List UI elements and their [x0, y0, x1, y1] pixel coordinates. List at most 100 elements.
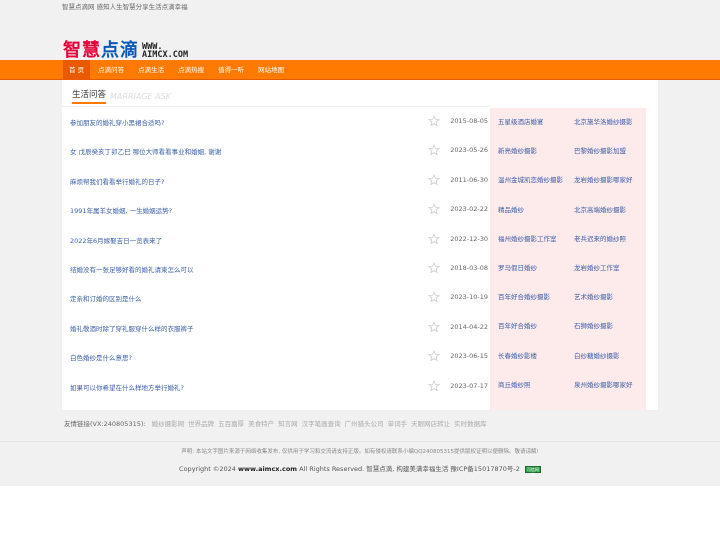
nav-life[interactable]: 点滴生活 [132, 60, 170, 80]
friend-links: 友情链接(VX:240805315): 婚纱摄影网 世界品牌 五百嘉厚 美食特产… [64, 418, 487, 428]
site-domain-link[interactable]: www.aimcx.com [238, 465, 297, 473]
sidebar-link[interactable]: 泉州婚纱摄影哪家好 [566, 371, 646, 400]
question-date: 2023-02-22 [450, 205, 488, 214]
sidebar: 五星级酒店婚宴 北京施华洛婚纱摄影 新亮婚纱摄影 巴黎婚纱摄影加盟 温州金城凯恋… [490, 108, 646, 410]
star-icon[interactable] [428, 350, 440, 362]
section-title: 生活问答 [72, 88, 107, 104]
star-icon[interactable] [428, 232, 440, 245]
sidebar-link[interactable]: 长春婚纱影楼 [490, 342, 566, 371]
nav-sitemap[interactable]: 网站地图 [252, 60, 290, 80]
logo-text-blue: 点滴 [101, 40, 139, 61]
friend-links-label: 友情链接(VX:240805315): [64, 420, 146, 428]
friend-link[interactable]: 美食特产 [248, 418, 274, 428]
footer-divider [0, 441, 720, 442]
question-date: 2023-07-17 [450, 381, 488, 390]
question-date: 2018-03-08 [450, 263, 488, 272]
section-header: 生活问答 MARRIAGE ASK [72, 86, 171, 104]
sidebar-link[interactable]: 五星级酒店婚宴 [490, 108, 566, 137]
sidebar-link[interactable]: 百年好合婚纱摄影 [490, 283, 566, 312]
question-date: 2023-06-15 [450, 352, 488, 361]
list-item: 麻烦帮我们看看举行婚礼的日子? 2011-06-30 [70, 173, 488, 202]
sidebar-link[interactable]: 罗马假日婚纱 [490, 254, 566, 283]
question-date: 2022-12-30 [450, 234, 488, 243]
header: 智慧点滴 WWW. AIMCX.COM [0, 14, 720, 61]
star-icon[interactable] [428, 379, 440, 392]
copyright-prefix: Copyright ©2024 [179, 465, 236, 473]
sidebar-link[interactable]: 北京施华洛婚纱摄影 [566, 108, 646, 137]
star-icon[interactable] [428, 320, 440, 333]
trust-badge-icon[interactable]: 可信网站 [524, 465, 541, 477]
sidebar-link[interactable]: 精品婚纱 [490, 196, 566, 225]
question-link[interactable]: 婚礼敬酒时除了穿礼服穿什么样的衣服裤子 [70, 323, 194, 333]
question-link[interactable]: 参加朋友的婚礼穿小黑裙合适吗? [70, 117, 164, 127]
footer-copyright: Copyright ©2024 www.aimcx.com All Rights… [0, 463, 720, 477]
sidebar-link[interactable]: 巴黎婚纱摄影加盟 [566, 137, 646, 166]
question-link[interactable]: 结婚没有一张足够好看的婚礼请柬怎么可以 [70, 264, 194, 274]
list-item: 结婚没有一张足够好看的婚礼请柬怎么可以 2018-03-08 [70, 261, 488, 290]
question-link[interactable]: 1991年属羊女婚姻, 一生婚姻运势? [70, 205, 172, 215]
list-item: 女 戊辰癸亥丁卯乙巳 哪位大师看看事业和婚姻, 谢谢 2023-05-26 [70, 143, 488, 172]
star-icon[interactable] [428, 173, 440, 186]
site-logo[interactable]: 智慧点滴 WWW. AIMCX.COM [63, 41, 188, 61]
list-item: 参加朋友的婚礼穿小黑裙合适吗? 2015-08-05 [70, 114, 488, 143]
friend-link[interactable]: 五百嘉厚 [218, 418, 244, 428]
list-item: 如果可以你希望在什么样地方举行婚礼? 2023-07-17 [70, 379, 488, 408]
question-link[interactable]: 麻烦帮我们看看举行婚礼的日子? [70, 176, 164, 186]
nav-home[interactable]: 首 页 [63, 60, 91, 80]
question-date: 2015-08-05 [450, 117, 488, 125]
friend-link[interactable]: 单词手 [388, 418, 408, 428]
nav-qa[interactable]: 点滴问答 [92, 60, 130, 80]
nav-listen[interactable]: 值得一听 [212, 60, 250, 80]
star-icon[interactable] [428, 261, 440, 274]
question-date: 2011-06-30 [450, 175, 488, 184]
friend-link[interactable]: 婚纱摄影网 [152, 418, 185, 428]
sidebar-link[interactable]: 老兵迟来的婚纱照 [566, 225, 646, 254]
sidebar-link[interactable]: 艺术婚纱摄影 [566, 283, 646, 312]
friend-link[interactable]: 世界品牌 [188, 418, 214, 428]
list-item: 1991年属羊女婚姻, 一生婚姻运势? 2023-02-22 [70, 202, 488, 231]
question-link[interactable]: 女 戊辰癸亥丁卯乙巳 哪位大师看看事业和婚姻, 谢谢 [70, 146, 221, 156]
star-icon[interactable] [428, 115, 440, 127]
footer: 声明: 本站文字图片来源于网络收集发布, 仅供用于学习和交流请支持正版。如有侵权… [0, 445, 720, 485]
main-content: 生活问答 MARRIAGE ASK 参加朋友的婚礼穿小黑裙合适吗? 2015-0… [62, 80, 658, 410]
sidebar-link[interactable]: 商丘婚纱照 [490, 371, 566, 400]
sidebar-link[interactable]: 龙岩婚纱工作室 [566, 254, 646, 283]
sidebar-link[interactable]: 白纱糖婚纱摄影 [566, 342, 646, 371]
friend-link[interactable]: 实时数据库 [454, 418, 487, 428]
sidebar-link[interactable]: 百年好合婚纱 [490, 312, 566, 341]
sidebar-link[interactable]: 新亮婚纱摄影 [490, 137, 566, 166]
logo-domain-line2: AIMCX.COM [142, 50, 189, 60]
question-link[interactable]: 2022年6月嫁娶吉日一览表来了 [70, 235, 162, 245]
sidebar-link[interactable]: 石狮婚纱摄影 [566, 312, 646, 341]
friend-link[interactable]: 知言网 [278, 418, 298, 428]
star-icon[interactable] [428, 203, 440, 215]
question-date: 2014-04-22 [450, 322, 488, 331]
question-link[interactable]: 白色婚纱是什么意思? [70, 352, 132, 362]
question-link[interactable]: 如果可以你希望在什么样地方举行婚礼? [70, 382, 184, 392]
question-date: 2023-05-26 [450, 146, 488, 155]
sidebar-link[interactable]: 龙岩婚纱摄影哪家好 [566, 166, 646, 195]
question-link[interactable]: 定亲和订婚的区别是什么 [70, 293, 142, 303]
question-list: 参加朋友的婚礼穿小黑裙合适吗? 2015-08-05 女 戊辰癸亥丁卯乙巳 哪位… [70, 114, 488, 408]
star-icon[interactable] [428, 291, 440, 303]
sidebar-link[interactable]: 北京高端婚纱摄影 [566, 196, 646, 225]
site-slogan: 智慧点滴网 感知人生智慧分享生活点滴幸福 [62, 3, 188, 11]
friend-link[interactable]: 广州猎头公司 [345, 418, 384, 428]
sidebar-link[interactable]: 温州金城凯恋婚纱摄影 [490, 166, 566, 195]
logo-domain: WWW. AIMCX.COM [142, 43, 189, 60]
footer-disclaimer: 声明: 本站文字图片来源于网络收集发布, 仅供用于学习和交流请支持正版。如有侵权… [181, 449, 539, 455]
section-subtitle: MARRIAGE ASK [110, 92, 171, 101]
list-item: 婚礼敬酒时除了穿礼服穿什么样的衣服裤子 2014-04-22 [70, 320, 488, 349]
star-icon[interactable] [428, 144, 440, 156]
logo-chinese: 智慧点滴 [63, 41, 139, 61]
top-bar: 智慧点滴网 感知人生智慧分享生活点滴幸福 [0, 0, 720, 14]
logo-text-red: 智慧 [63, 40, 101, 61]
copyright-suffix: All Rights Reserved. 智慧点滴, 构建美满幸福生活 豫ICP… [299, 465, 520, 473]
friend-link[interactable]: 汉字笔画查询 [302, 418, 341, 428]
list-item: 2022年6月嫁娶吉日一览表来了 2022-12-30 [70, 232, 488, 261]
question-date: 2023-10-19 [450, 293, 488, 302]
sidebar-link[interactable]: 福州婚纱摄影工作室 [490, 225, 566, 254]
nav-hot[interactable]: 点滴热搜 [172, 60, 210, 80]
friend-link[interactable]: 天眼网店转让 [411, 418, 450, 428]
main-nav: 首 页 点滴问答 点滴生活 点滴热搜 值得一听 网站地图 [0, 60, 720, 80]
